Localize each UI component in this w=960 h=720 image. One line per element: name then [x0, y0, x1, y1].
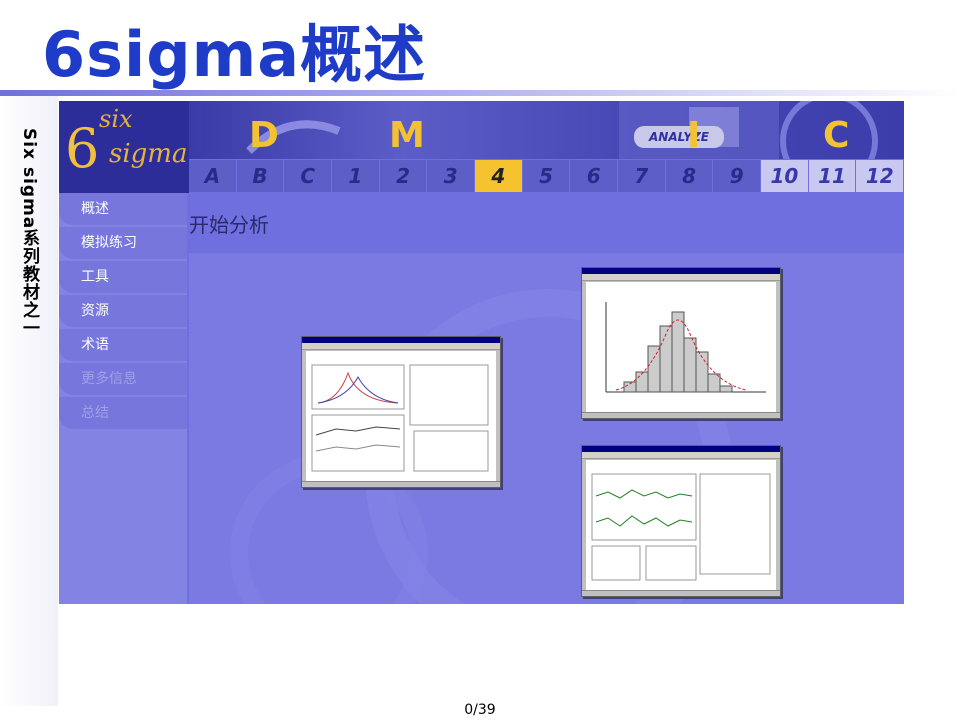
- tab-6[interactable]: 6: [570, 160, 618, 192]
- step-tabs: A B C 1 2 3 4 5 6 7 8 9 10 11 12: [189, 160, 904, 192]
- panel-background-art: [230, 289, 733, 604]
- dmaic-banner: D M ANALYZE I C: [189, 101, 904, 159]
- phase-d[interactable]: D: [249, 115, 279, 156]
- tab-5[interactable]: 5: [522, 160, 570, 192]
- window-statusbar: [582, 412, 780, 418]
- tab-4[interactable]: 4: [475, 160, 522, 192]
- logo-numeral: 6: [65, 117, 100, 180]
- sidebar-item-more-info[interactable]: 更多信息: [59, 363, 187, 395]
- window-content: [586, 282, 776, 412]
- banner-artwork: [246, 101, 878, 159]
- tab-1[interactable]: 1: [332, 160, 379, 192]
- tab-7[interactable]: 7: [618, 160, 665, 192]
- tab-c[interactable]: C: [284, 160, 332, 192]
- page-number: 0/39: [464, 702, 496, 718]
- sidebar-item-summary[interactable]: 总结: [59, 397, 187, 429]
- six-sigma-app-screenshot: 6 six sigma D M ANALYZE I C A B C 1 2 3 …: [59, 101, 904, 604]
- window-content: [586, 460, 776, 590]
- tab-b[interactable]: B: [236, 160, 284, 192]
- content-panel: [189, 253, 904, 604]
- histogram-window[interactable]: [581, 267, 781, 419]
- tab-11[interactable]: 11: [808, 160, 856, 192]
- window-statusbar: [582, 590, 780, 596]
- histogram-thumbnail: [605, 302, 766, 393]
- window-toolbar: [302, 343, 500, 350]
- sidebar-item-glossary[interactable]: 术语: [59, 329, 187, 361]
- window-content: [306, 351, 496, 481]
- side-caption: Six sigma系列教材之一: [19, 128, 39, 338]
- sidebar-item-overview[interactable]: 概述: [59, 193, 187, 225]
- sidebar-item-tools[interactable]: 工具: [59, 261, 187, 293]
- executive-summary-window[interactable]: [301, 336, 501, 488]
- sidebar-nav: 概述 模拟练习 工具 资源 术语 更多信息 总结: [59, 193, 187, 604]
- window-toolbar: [582, 452, 780, 459]
- logo-sigma: sigma: [109, 139, 188, 169]
- tab-8[interactable]: 8: [665, 160, 713, 192]
- process-capability-window[interactable]: [581, 445, 781, 597]
- window-toolbar: [582, 274, 780, 281]
- tab-3[interactable]: 3: [427, 160, 475, 192]
- tab-10[interactable]: 10: [761, 160, 808, 192]
- logo-six: six: [99, 105, 133, 133]
- phase-i[interactable]: I: [687, 115, 700, 156]
- slide-title: 6sigma概述: [42, 18, 427, 91]
- window-statusbar: [302, 481, 500, 487]
- six-sigma-logo: 6 six sigma: [59, 101, 189, 193]
- summary-thumbnail: [311, 364, 489, 472]
- phase-analyze[interactable]: ANALYZE: [634, 126, 724, 148]
- title-rule: [0, 90, 960, 96]
- phase-m[interactable]: M: [389, 115, 425, 156]
- sidebar-item-resources[interactable]: 资源: [59, 295, 187, 327]
- tab-12[interactable]: 12: [856, 160, 904, 192]
- tab-9[interactable]: 9: [713, 160, 761, 192]
- phase-c[interactable]: C: [823, 115, 849, 156]
- sidebar-item-simulation[interactable]: 模拟练习: [59, 227, 187, 259]
- content-heading: 开始分析: [189, 213, 269, 237]
- capability-thumbnail: [591, 473, 771, 581]
- tab-a[interactable]: A: [189, 160, 236, 192]
- tab-2[interactable]: 2: [379, 160, 427, 192]
